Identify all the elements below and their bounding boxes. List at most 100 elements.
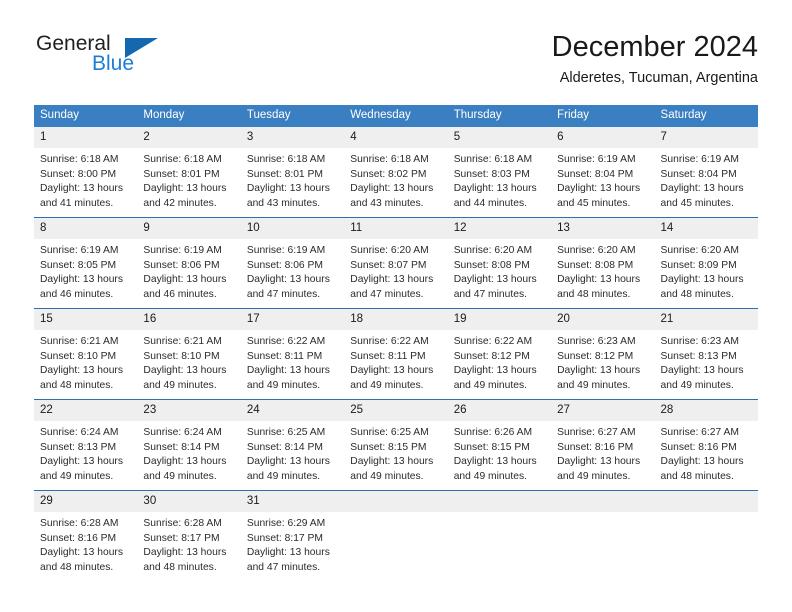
sunrise-text: Sunrise: 6:18 AM <box>453 154 533 165</box>
weekday-header-wednesday: Wednesday <box>344 105 448 127</box>
weekday-header-monday: Monday <box>137 105 241 127</box>
calendar-day-cell[interactable]: 17 Sunrise: 6:22 AM Sunset: 8:11 PM Dayligh… <box>240 308 345 400</box>
sunset-text: Sunset: 8:12 PM <box>453 350 530 362</box>
calendar-day-cell[interactable]: 28 Sunrise: 6:27 AM Sunset: 8:16 PM Dayligh… <box>654 399 758 491</box>
daylight-text-line1: Daylight: 13 hours <box>453 274 537 285</box>
calendar-day-cell[interactable]: 1 Sunrise: 6:18 AM Sunset: 8:00 PM Daylight… <box>34 127 138 218</box>
calendar-day-cell[interactable]: 2 Sunrise: 6:18 AM Sunset: 8:01 PM Daylight… <box>137 127 241 218</box>
day-number: 2 <box>137 127 241 148</box>
daylight-text-line2: and 49 minutes. <box>557 379 631 391</box>
day-number: 9 <box>137 218 241 239</box>
daylight-text-line2: and 49 minutes. <box>246 379 321 391</box>
daylight-text-line1: Daylight: 13 hours <box>660 183 744 194</box>
sunrise-text: Sunrise: 6:21 AM <box>143 336 222 347</box>
calendar-day-cell-empty <box>654 490 758 581</box>
day-number: 27 <box>551 400 655 421</box>
day-sun-info: Sunrise: 6:25 AM Sunset: 8:15 PM Daylight:… <box>344 421 448 484</box>
daylight-text-line1: Daylight: 13 hours <box>143 365 227 376</box>
sunset-text: Sunset: 8:14 PM <box>143 441 220 453</box>
daylight-text-line2: and 48 minutes. <box>660 288 734 300</box>
daylight-text-line1: Daylight: 13 hours <box>246 274 330 285</box>
calendar-day-cell[interactable]: 27 Sunrise: 6:27 AM Sunset: 8:16 PM Dayligh… <box>551 399 655 491</box>
calendar-day-cell[interactable]: 12 Sunrise: 6:20 AM Sunset: 8:08 PM Dayligh… <box>447 217 552 309</box>
calendar-day-cell[interactable]: 3 Sunrise: 6:18 AM Sunset: 8:01 PM Daylight… <box>240 127 345 218</box>
calendar-day-cell[interactable]: 9 Sunrise: 6:19 AM Sunset: 8:06 PM Daylight… <box>137 217 241 309</box>
day-number <box>344 491 448 512</box>
sunset-text: Sunset: 8:05 PM <box>40 259 117 271</box>
calendar-day-cell[interactable]: 13 Sunrise: 6:20 AM Sunset: 8:08 PM Dayligh… <box>551 217 655 309</box>
calendar-day-cell[interactable]: 23 Sunrise: 6:24 AM Sunset: 8:14 PM Dayligh… <box>137 399 241 491</box>
daylight-text-line1: Daylight: 13 hours <box>453 365 537 376</box>
daylight-text-line1: Daylight: 13 hours <box>350 183 434 194</box>
calendar-day-cell-empty <box>344 490 448 581</box>
sunset-text: Sunset: 8:16 PM <box>557 441 634 453</box>
calendar-day-cell[interactable]: 10 Sunrise: 6:19 AM Sunset: 8:06 PM Dayligh… <box>240 217 345 309</box>
calendar-day-cell[interactable]: 16 Sunrise: 6:21 AM Sunset: 8:10 PM Dayligh… <box>137 308 241 400</box>
daylight-text-line1: Daylight: 13 hours <box>40 547 123 558</box>
day-sun-info: Sunrise: 6:22 AM Sunset: 8:11 PM Daylight:… <box>344 330 448 393</box>
daylight-text-line1: Daylight: 13 hours <box>40 183 123 194</box>
sunrise-text: Sunrise: 6:20 AM <box>660 245 739 256</box>
day-number: 5 <box>447 127 552 148</box>
calendar-day-cell[interactable]: 24 Sunrise: 6:25 AM Sunset: 8:14 PM Dayligh… <box>240 399 345 491</box>
sunset-text: Sunset: 8:06 PM <box>143 259 220 271</box>
sunrise-text: Sunrise: 6:26 AM <box>453 427 533 438</box>
weekday-header-friday: Friday <box>551 105 655 127</box>
sunset-text: Sunset: 8:14 PM <box>246 441 323 453</box>
calendar-day-cell[interactable]: 26 Sunrise: 6:26 AM Sunset: 8:15 PM Dayligh… <box>447 399 552 491</box>
day-sun-info: Sunrise: 6:19 AM Sunset: 8:06 PM Daylight:… <box>240 239 345 302</box>
day-number: 26 <box>447 400 552 421</box>
day-sun-info: Sunrise: 6:18 AM Sunset: 8:02 PM Daylight:… <box>344 148 448 211</box>
calendar-day-cell[interactable]: 22 Sunrise: 6:24 AM Sunset: 8:13 PM Dayligh… <box>34 399 138 491</box>
daylight-text-line2: and 43 minutes. <box>246 197 321 209</box>
daylight-text-line1: Daylight: 13 hours <box>557 365 641 376</box>
daylight-text-line2: and 47 minutes. <box>453 288 527 300</box>
calendar-day-cell[interactable]: 18 Sunrise: 6:22 AM Sunset: 8:11 PM Dayligh… <box>344 308 448 400</box>
calendar-day-cell[interactable]: 21 Sunrise: 6:23 AM Sunset: 8:13 PM Dayligh… <box>654 308 758 400</box>
sunset-text: Sunset: 8:08 PM <box>557 259 634 271</box>
day-sun-info: Sunrise: 6:23 AM Sunset: 8:13 PM Daylight:… <box>654 330 758 393</box>
day-sun-info: Sunrise: 6:18 AM Sunset: 8:01 PM Daylight:… <box>240 148 345 211</box>
sunset-text: Sunset: 8:08 PM <box>453 259 530 271</box>
calendar-day-cell[interactable]: 6 Sunrise: 6:19 AM Sunset: 8:04 PM Daylight… <box>551 127 655 218</box>
calendar-day-cell[interactable]: 8 Sunrise: 6:19 AM Sunset: 8:05 PM Daylight… <box>34 217 138 309</box>
calendar-day-cell[interactable]: 14 Sunrise: 6:20 AM Sunset: 8:09 PM Dayligh… <box>654 217 758 309</box>
calendar-day-cell[interactable]: 4 Sunrise: 6:18 AM Sunset: 8:02 PM Daylight… <box>344 127 448 218</box>
calendar-day-cell[interactable]: 15 Sunrise: 6:21 AM Sunset: 8:10 PM Dayligh… <box>34 308 138 400</box>
location-subtitle: Alderetes, Tucuman, Argentina <box>559 70 758 86</box>
calendar-day-cell[interactable]: 20 Sunrise: 6:23 AM Sunset: 8:12 PM Dayligh… <box>551 308 655 400</box>
daylight-text-line1: Daylight: 13 hours <box>453 456 537 467</box>
sunset-text: Sunset: 8:04 PM <box>660 168 737 180</box>
calendar-day-cell[interactable]: 31 Sunrise: 6:29 AM Sunset: 8:17 PM Dayligh… <box>240 490 345 581</box>
day-sun-info: Sunrise: 6:26 AM Sunset: 8:15 PM Daylight:… <box>447 421 552 484</box>
sunset-text: Sunset: 8:07 PM <box>350 259 427 271</box>
daylight-text-line2: and 48 minutes. <box>557 288 631 300</box>
day-sun-info: Sunrise: 6:21 AM Sunset: 8:10 PM Daylight:… <box>34 330 138 393</box>
day-sun-info: Sunrise: 6:27 AM Sunset: 8:16 PM Daylight:… <box>551 421 655 484</box>
daylight-text-line2: and 46 minutes. <box>40 288 114 300</box>
day-sun-info: Sunrise: 6:28 AM Sunset: 8:17 PM Daylight:… <box>137 512 241 575</box>
calendar-day-cell[interactable]: 7 Sunrise: 6:19 AM Sunset: 8:04 PM Daylight… <box>654 127 758 218</box>
calendar-day-cell[interactable]: 29 Sunrise: 6:28 AM Sunset: 8:16 PM Dayligh… <box>34 490 138 581</box>
sunset-text: Sunset: 8:15 PM <box>453 441 530 453</box>
daylight-text-line1: Daylight: 13 hours <box>40 274 123 285</box>
brand-name-blue: Blue <box>92 52 135 75</box>
calendar-day-cell[interactable]: 11 Sunrise: 6:20 AM Sunset: 8:07 PM Dayligh… <box>344 217 448 309</box>
calendar-day-cell[interactable]: 19 Sunrise: 6:22 AM Sunset: 8:12 PM Dayligh… <box>447 308 552 400</box>
daylight-text-line2: and 46 minutes. <box>143 288 217 300</box>
day-number <box>654 491 758 512</box>
brand-logo[interactable]: General Blue <box>34 30 234 88</box>
sunrise-text: Sunrise: 6:25 AM <box>350 427 429 438</box>
calendar-day-cell[interactable]: 25 Sunrise: 6:25 AM Sunset: 8:15 PM Dayligh… <box>344 399 448 491</box>
daylight-text-line2: and 49 minutes. <box>143 470 217 482</box>
day-sun-info: Sunrise: 6:19 AM Sunset: 8:05 PM Daylight:… <box>34 239 138 302</box>
day-number: 23 <box>137 400 241 421</box>
day-number: 18 <box>344 309 448 330</box>
day-number <box>551 491 655 512</box>
daylight-text-line2: and 49 minutes. <box>557 470 631 482</box>
calendar-day-cell[interactable]: 5 Sunrise: 6:18 AM Sunset: 8:03 PM Daylight… <box>447 127 552 218</box>
daylight-text-line1: Daylight: 13 hours <box>660 456 744 467</box>
day-number: 11 <box>344 218 448 239</box>
calendar-day-cell[interactable]: 30 Sunrise: 6:28 AM Sunset: 8:17 PM Dayligh… <box>137 490 241 581</box>
daylight-text-line2: and 42 minutes. <box>143 197 217 209</box>
